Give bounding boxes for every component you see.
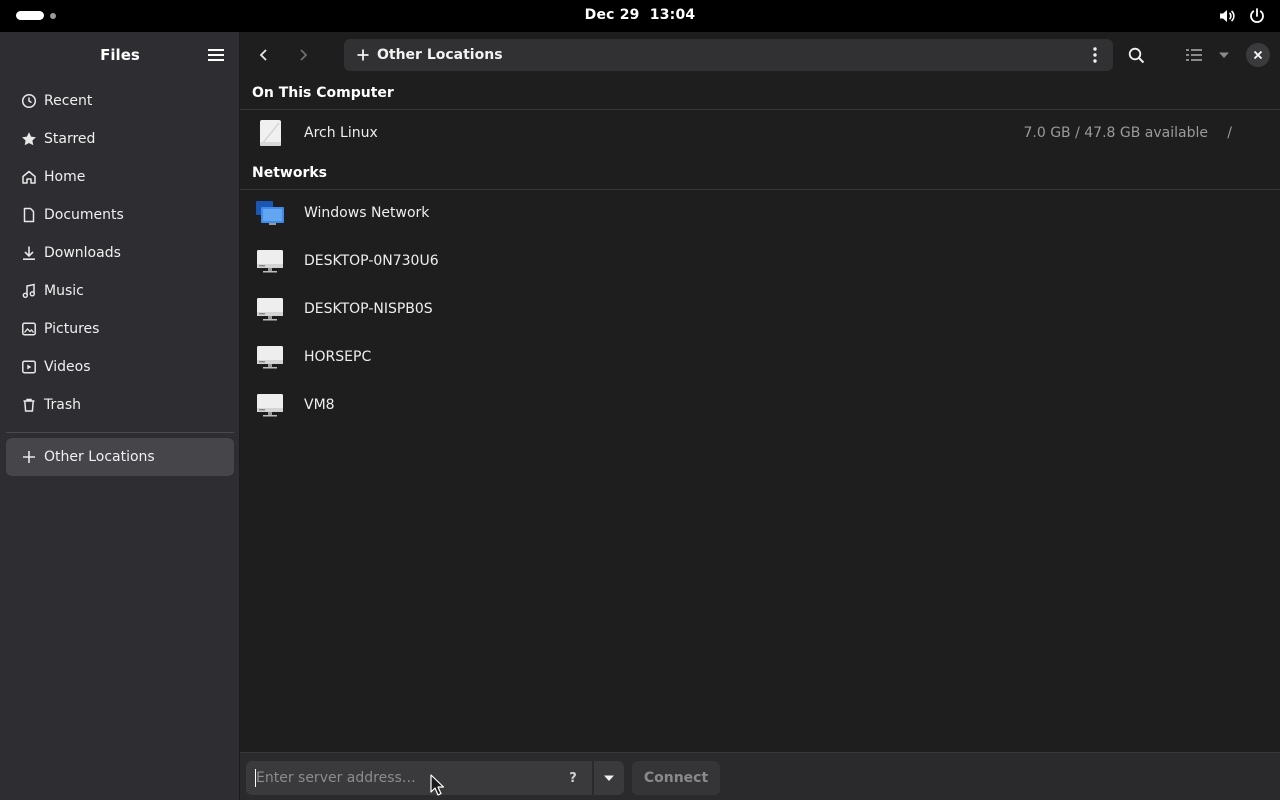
location-name: HORSEPC [304,349,372,365]
kebab-icon [1093,47,1097,63]
back-button[interactable] [250,41,278,69]
header-bar: Other Locations [240,32,1280,78]
volume-icon[interactable] [1218,7,1236,29]
sidebar-item-recent[interactable]: Recent [6,82,234,120]
sidebar-item-label: Recent [44,93,93,109]
clock-time: 13:04 [649,7,696,23]
text-caret [255,769,256,787]
mouse-pointer-icon [430,774,444,796]
location-name: Arch Linux [304,125,378,141]
sidebar-item-music[interactable]: Music [6,272,234,310]
places-list: Recent Starred Home Documents Downloads … [6,82,234,424]
sidebar-item-downloads[interactable]: Downloads [6,234,234,272]
clock-date: Dec 29 [584,7,640,23]
recent-servers-dropdown[interactable] [594,761,624,795]
drive-icon [260,120,281,146]
computer-icon [257,394,283,417]
section-title-on-this-computer: On This Computer [252,85,394,101]
sidebar-item-documents[interactable]: Documents [6,196,234,234]
view-options-button[interactable] [1182,41,1234,69]
files-window: Files Recent Starred Home Documents Down… [0,32,1280,800]
clock[interactable]: Dec 29 13:04 [0,7,1280,23]
help-icon[interactable]: ? [564,769,582,787]
sidebar-item-other-locations[interactable]: Other Locations [6,438,234,476]
sidebar-item-label: Downloads [44,245,121,261]
main-menu-button[interactable] [202,43,230,67]
trash-icon [20,396,38,414]
sidebar-item-label: Pictures [44,321,100,337]
location-name: DESKTOP-0N730U6 [304,253,439,269]
network-row-desktop-0n730u6[interactable]: DESKTOP-0N730U6 [240,237,1280,285]
sidebar-item-pictures[interactable]: Pictures [6,310,234,348]
clock-icon [20,92,38,110]
network-row-horsepc[interactable]: HORSEPC [240,333,1280,381]
available-space: 7.0 GB / 47.8 GB available [1023,125,1208,141]
network-row-windows-network[interactable]: Windows Network [240,189,1280,237]
download-icon [20,244,38,262]
top-bar: Dec 29 13:04 [0,0,1280,32]
location-name: Windows Network [304,205,430,221]
chevron-down-icon [604,775,614,781]
location-name: VM8 [304,397,335,413]
chevron-right-icon [300,49,308,61]
power-icon[interactable] [1248,7,1266,29]
location-pathbar[interactable]: Other Locations [344,39,1113,71]
sidebar-item-starred[interactable]: Starred [6,120,234,158]
hamburger-icon [208,49,224,61]
star-icon [20,130,38,148]
search-button[interactable] [1122,41,1150,69]
chevron-down-icon [1219,52,1229,58]
sidebar-separator [6,432,234,433]
section-title-networks: Networks [252,165,328,181]
sidebar-item-label: Starred [44,131,96,147]
close-window-button[interactable] [1246,43,1270,67]
close-icon [1253,50,1263,60]
locations-view: On This Computer Arch Linux 7.0 GB / 47.… [240,78,1280,752]
sidebar-item-label: Trash [44,397,81,413]
network-row-vm8[interactable]: VM8 [240,381,1280,429]
chevron-left-icon [259,49,267,61]
video-icon [20,358,38,376]
plus-icon [20,448,38,466]
sidebar: Files Recent Starred Home Documents Down… [0,32,240,800]
sidebar-item-label: Documents [44,207,124,223]
network-row-desktop-nispb0s[interactable]: DESKTOP-NISPB0S [240,285,1280,333]
search-icon [1128,47,1144,63]
location-row-arch-linux[interactable]: Arch Linux 7.0 GB / 47.8 GB available / [240,109,1280,157]
plus-icon [356,48,370,62]
network-icon [256,201,284,225]
path-label: Other Locations [377,47,503,63]
document-icon [20,206,38,224]
sidebar-item-label: Videos [44,359,91,375]
mount-path: / [1227,125,1232,141]
sidebar-item-videos[interactable]: Videos [6,348,234,386]
sidebar-item-label: Other Locations [44,449,155,465]
location-name: DESKTOP-NISPB0S [304,301,433,317]
computer-icon [257,250,283,273]
sidebar-item-home[interactable]: Home [6,158,234,196]
location-menu-button[interactable] [1083,43,1107,67]
computer-icon [257,298,283,321]
picture-icon [20,320,38,338]
system-tray[interactable] [1218,7,1266,29]
list-view-icon [1186,49,1202,61]
music-icon [20,282,38,300]
sidebar-item-trash[interactable]: Trash [6,386,234,424]
computer-icon [257,346,283,369]
forward-button[interactable] [289,41,317,69]
sidebar-item-label: Home [44,169,86,185]
connect-button[interactable]: Connect [632,761,720,795]
sidebar-item-label: Music [44,283,84,299]
sidebar-header: Files [0,32,239,78]
home-icon [20,168,38,186]
server-address-input[interactable] [246,761,592,795]
connect-to-server-bar: ? Connect [240,752,1280,800]
